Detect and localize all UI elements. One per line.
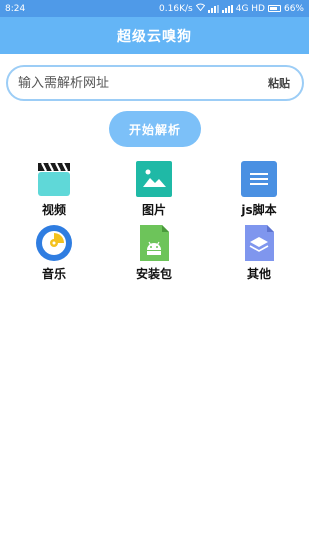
battery-icon xyxy=(267,5,281,12)
category-music[interactable]: 音乐 xyxy=(19,224,89,282)
battery-level: 66% xyxy=(283,3,304,14)
paste-button[interactable]: 粘贴 xyxy=(268,75,290,91)
category-label: 安装包 xyxy=(135,267,172,281)
image-icon xyxy=(135,160,173,198)
network-speed: 0.16K/s xyxy=(159,3,193,14)
start-parse-button[interactable]: 开始解析 xyxy=(109,111,201,147)
signal-2-icon xyxy=(221,4,233,13)
android-package-icon xyxy=(135,224,173,262)
category-video[interactable]: 视频 xyxy=(19,160,89,218)
url-input[interactable] xyxy=(18,75,268,91)
app-bar: 超级云嗅狗 xyxy=(0,17,309,54)
category-label: 视频 xyxy=(41,203,66,217)
search-bar: 粘贴 xyxy=(6,65,304,101)
music-disc-icon xyxy=(35,224,73,262)
category-label: js脚本 xyxy=(241,203,277,217)
category-label: 图片 xyxy=(141,203,166,217)
status-time: 8:24 xyxy=(5,3,26,14)
category-label: 音乐 xyxy=(41,267,66,281)
category-image[interactable]: 图片 xyxy=(119,160,189,218)
app-title: 超级云嗅狗 xyxy=(117,28,192,45)
status-bar: 8:24 0.16K/s 4G HD 66% xyxy=(0,0,309,17)
category-other[interactable]: 其他 xyxy=(224,224,294,282)
video-clapper-icon xyxy=(35,160,73,198)
network-type: 4G HD xyxy=(235,3,265,14)
signal-1-icon xyxy=(207,4,219,13)
status-right: 0.16K/s 4G HD 66% xyxy=(159,3,304,14)
layers-file-icon xyxy=(240,224,278,262)
category-js-script[interactable]: js脚本 xyxy=(224,160,294,218)
wifi-off-icon xyxy=(195,3,205,14)
category-installer[interactable]: 安装包 xyxy=(119,224,189,282)
document-icon xyxy=(240,160,278,198)
category-label: 其他 xyxy=(246,267,271,281)
